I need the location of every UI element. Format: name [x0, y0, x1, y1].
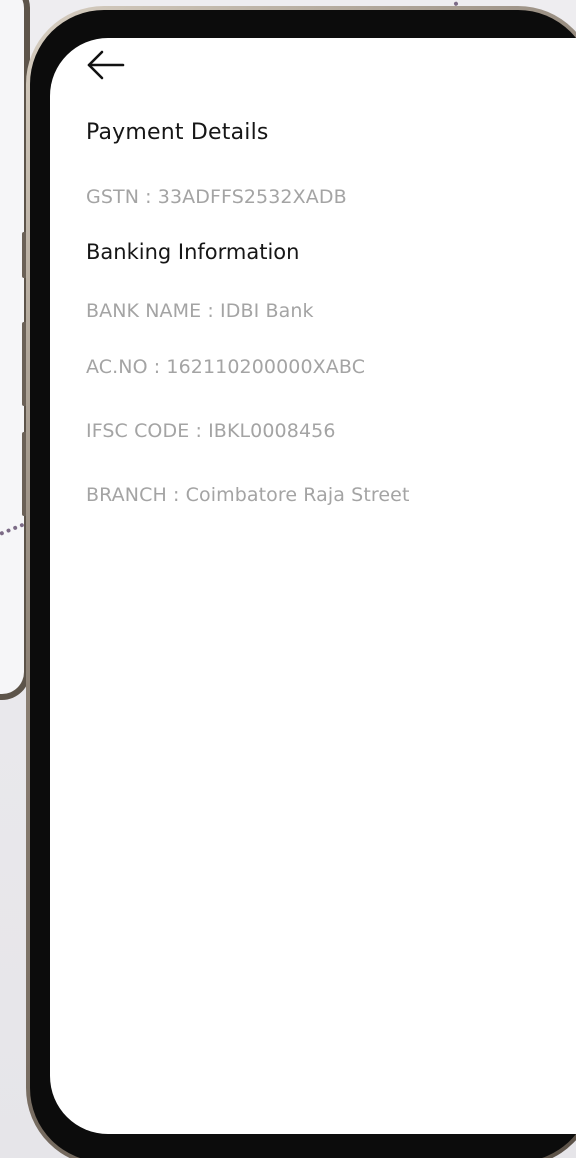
- page-title: Payment Details: [86, 120, 269, 145]
- branch-text: BRANCH : Coimbatore Raja Street: [86, 484, 410, 506]
- account-number-text: AC.NO : 162110200000XABC: [86, 356, 366, 378]
- back-button[interactable]: [86, 48, 126, 82]
- back-arrow-icon: [87, 50, 125, 80]
- phone-screen: Payment Details GSTN : 33ADFFS2532XADB B…: [50, 38, 576, 1134]
- bank-name-text: BANK NAME : IDBI Bank: [86, 300, 314, 322]
- gstn-text: GSTN : 33ADFFS2532XADB: [86, 186, 347, 208]
- phone-frame: Payment Details GSTN : 33ADFFS2532XADB B…: [26, 6, 576, 1158]
- banking-information-heading: Banking Information: [86, 240, 300, 264]
- ifsc-code-text: IFSC CODE : IBKL0008456: [86, 420, 336, 442]
- phone-bezel: Payment Details GSTN : 33ADFFS2532XADB B…: [30, 10, 576, 1158]
- canvas: Payment Details GSTN : 33ADFFS2532XADB B…: [0, 0, 576, 1158]
